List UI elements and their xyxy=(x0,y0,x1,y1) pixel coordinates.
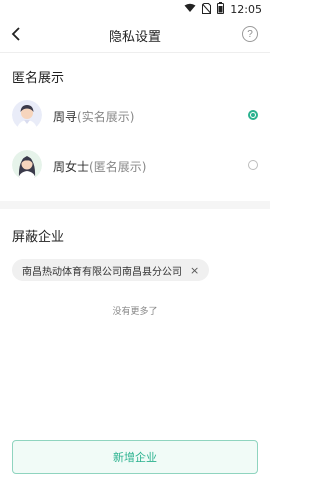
no-sim-icon xyxy=(202,2,212,17)
option-real-name-label: 周寻(实名展示) xyxy=(53,108,134,125)
female-avatar-icon xyxy=(12,150,42,180)
no-more-hint: 没有更多了 xyxy=(112,307,158,317)
radio-selected[interactable] xyxy=(248,110,258,120)
blocked-section-title: 屏蔽企业 xyxy=(12,230,65,245)
clock: 12:05 xyxy=(230,3,262,16)
add-company-button[interactable]: 新增企业 xyxy=(12,440,258,474)
option-anonymous[interactable]: 周女士(匿名展示) xyxy=(0,150,270,184)
option-anonymous-label: 周女士(匿名展示) xyxy=(53,158,146,175)
status-bar: 12:05 xyxy=(0,0,270,18)
battery-icon xyxy=(217,2,225,17)
user-anonymous-name: 周女士 xyxy=(53,160,90,174)
nav-bar: 隐私设置 ? xyxy=(0,20,270,50)
radio-unselected[interactable] xyxy=(248,160,258,170)
anonymous-section-title: 匿名展示 xyxy=(12,71,65,86)
page-title: 隐私设置 xyxy=(108,30,161,45)
status-icons: 12:05 xyxy=(184,2,262,17)
male-avatar-icon xyxy=(12,100,42,130)
help-icon[interactable]: ? xyxy=(242,26,258,42)
blocked-company-chip[interactable]: 南昌热动体育有限公司南昌县分公司 × xyxy=(12,259,210,281)
wifi-icon xyxy=(184,3,196,16)
blocked-company-name: 南昌热动体育有限公司南昌县分公司 xyxy=(22,266,182,278)
option-real-name[interactable]: 周寻(实名展示) xyxy=(0,100,270,134)
user-real-name: 周寻 xyxy=(53,110,78,124)
header-divider xyxy=(0,52,270,53)
section-separator xyxy=(0,201,270,209)
remove-icon[interactable]: × xyxy=(190,264,199,277)
display-mode-label: (匿名展示) xyxy=(89,160,147,174)
display-mode-label: (实名展示) xyxy=(77,110,135,124)
